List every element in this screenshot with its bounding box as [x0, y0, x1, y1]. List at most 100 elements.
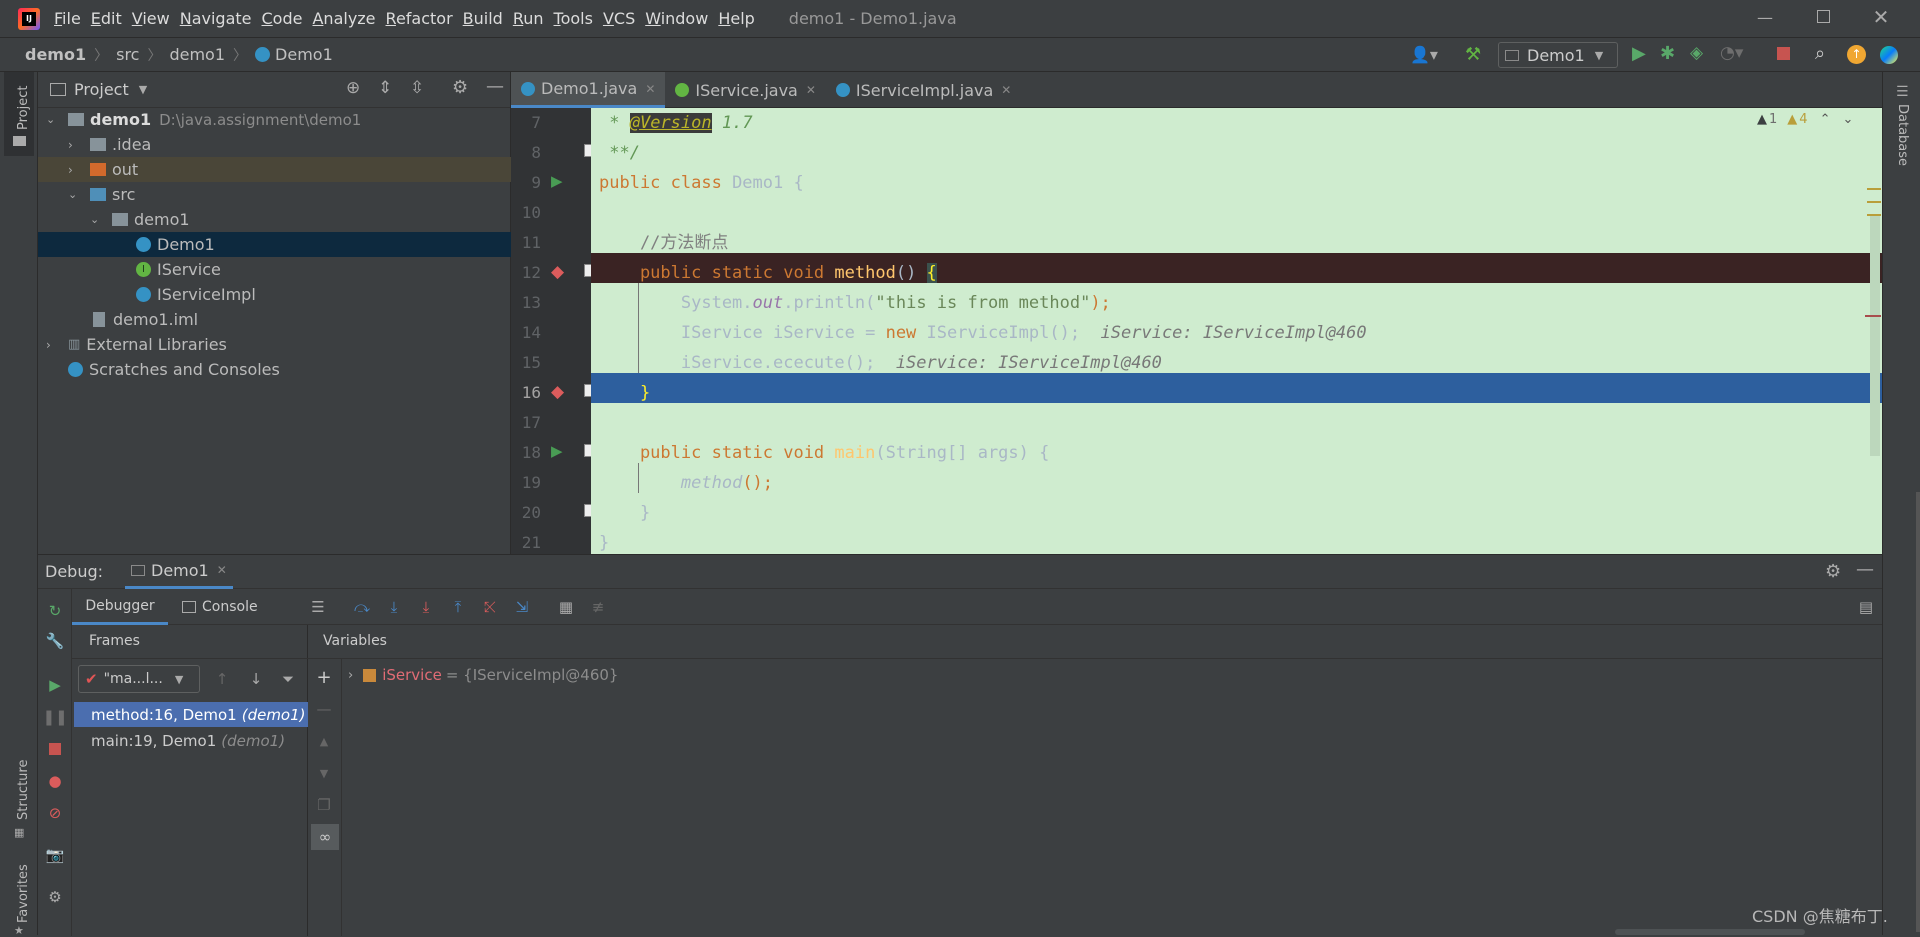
coverage-icon[interactable]: ◈: [1690, 43, 1703, 63]
remove-watch-icon[interactable]: —: [314, 699, 334, 719]
run-to-cursor-icon[interactable]: ⇲: [512, 597, 532, 617]
tree-item-iml[interactable]: demo1.iml: [38, 307, 511, 332]
rerun-icon[interactable]: ↻: [45, 601, 65, 621]
tree-item-iservice[interactable]: I IService: [38, 257, 511, 282]
menu-build[interactable]: Build: [463, 9, 503, 28]
favorites-tool-label[interactable]: Favorites: [16, 864, 31, 923]
step-over-icon[interactable]: ⤼: [352, 597, 372, 617]
database-tool-label[interactable]: Database: [1895, 104, 1910, 166]
editor-scrollbar[interactable]: [1870, 216, 1880, 456]
menu-file[interactable]: File: [54, 9, 81, 28]
update-icon[interactable]: ↑: [1847, 45, 1866, 64]
add-watch-icon[interactable]: +: [314, 667, 334, 688]
menu-vcs[interactable]: VCS: [603, 9, 635, 28]
menu-code[interactable]: Code: [262, 9, 303, 28]
close-tab-icon[interactable]: ✕: [645, 82, 655, 96]
method-breakpoint-icon[interactable]: ◆: [551, 382, 564, 402]
chevron-down-icon[interactable]: ▼: [139, 83, 147, 96]
tree-item-root[interactable]: ⌄ demo1 D:\java.assignment\demo1: [38, 107, 511, 132]
tree-item-package[interactable]: ⌄ demo1: [38, 207, 511, 232]
breadcrumb-class[interactable]: Demo1: [275, 45, 333, 64]
maximize-button[interactable]: [1808, 6, 1838, 28]
tree-item-scratches[interactable]: Scratches and Consoles: [38, 357, 511, 382]
locate-icon[interactable]: ⊕: [346, 78, 360, 98]
frame-row[interactable]: main:19, Demo1 (demo1): [74, 728, 308, 753]
menu-refactor[interactable]: Refactor: [386, 9, 453, 28]
tab-demo1-java[interactable]: Demo1.java ✕: [511, 72, 666, 108]
frame-row[interactable]: method:16, Demo1 (demo1): [74, 702, 308, 727]
collapse-all-icon[interactable]: ⇳: [410, 78, 424, 98]
drop-frame-icon[interactable]: ⤪: [480, 597, 500, 617]
tree-item-src[interactable]: ⌄ src: [38, 182, 511, 207]
run-gutter-icon[interactable]: ▶: [551, 172, 563, 190]
stop-icon[interactable]: [1777, 47, 1790, 60]
tab-debugger[interactable]: Debugger: [72, 589, 168, 625]
hide-panel-icon[interactable]: —: [486, 76, 504, 97]
stop-icon[interactable]: [45, 739, 65, 759]
duplicate-icon[interactable]: ❐: [314, 795, 334, 815]
menu-edit[interactable]: Edit: [91, 9, 122, 28]
menu-navigate[interactable]: Navigate: [180, 9, 252, 28]
gear-icon[interactable]: ⚙: [452, 77, 468, 98]
right-scrollbar[interactable]: [1916, 492, 1920, 932]
menu-window[interactable]: Window: [645, 9, 708, 28]
close-tab-icon[interactable]: ✕: [806, 83, 816, 97]
tab-iserviceimpl-java[interactable]: IServiceImpl.java ✕: [826, 72, 1021, 108]
mute-breakpoints-icon[interactable]: ⊘: [45, 803, 65, 823]
minimize-button[interactable]: —: [1750, 8, 1780, 30]
chevron-up-icon[interactable]: ⌃: [1820, 112, 1831, 127]
gear-icon[interactable]: ⚙: [1825, 561, 1841, 582]
method-breakpoint-icon[interactable]: ◆: [551, 262, 564, 282]
tree-item-external-libraries[interactable]: › ▥ External Libraries: [38, 332, 511, 357]
close-button[interactable]: ✕: [1866, 5, 1896, 29]
chevron-down-icon[interactable]: ⌄: [1842, 112, 1853, 127]
tree-item-idea[interactable]: › .idea: [38, 132, 511, 157]
force-step-into-icon[interactable]: ⤓: [416, 597, 436, 617]
trace-stream-icon[interactable]: ≢: [588, 597, 608, 617]
pause-icon[interactable]: ❚❚: [42, 707, 67, 727]
close-tab-icon[interactable]: ✕: [217, 563, 227, 577]
wrench-icon[interactable]: 🔧: [45, 631, 65, 651]
build-hammer-icon[interactable]: ⚒: [1465, 44, 1481, 65]
structure-tool-label[interactable]: Structure: [16, 760, 31, 820]
thread-selector[interactable]: ✔ "ma...l... ▼: [78, 665, 200, 693]
menu-analyze[interactable]: Analyze: [312, 9, 375, 28]
view-breakpoints-icon[interactable]: ●: [45, 771, 65, 791]
breadcrumb-package[interactable]: demo1: [169, 45, 225, 64]
user-icon[interactable]: 👤▾: [1410, 45, 1438, 64]
code-editor[interactable]: * @Version 1.7 **/ public class Demo1 { …: [591, 108, 1882, 554]
debug-bug-icon[interactable]: ✱: [1660, 43, 1675, 64]
layout-menu-icon[interactable]: ☰: [308, 597, 328, 617]
horizontal-scrollbar[interactable]: [1615, 929, 1805, 935]
editor-gutter[interactable]: 7 8 9 10 11 12 13 14 15 16 17 18 19 20 2…: [511, 108, 595, 554]
resume-icon[interactable]: ▶: [45, 675, 65, 695]
step-out-icon[interactable]: ⤒: [448, 597, 468, 617]
run-gutter-icon[interactable]: ▶: [551, 442, 563, 460]
filter-icon[interactable]: ⏷: [278, 669, 298, 689]
profiler-icon[interactable]: ◔▾: [1720, 43, 1743, 63]
menu-view[interactable]: View: [132, 9, 170, 28]
inspection-widget[interactable]: ▲ 1 ▲ 4 ⌃ ⌄: [1757, 112, 1853, 127]
arrow-up-icon[interactable]: ↑: [212, 669, 232, 689]
step-into-icon[interactable]: ⤓: [384, 597, 404, 617]
tree-item-iserviceimpl[interactable]: IServiceImpl: [38, 282, 511, 307]
chevron-right-icon[interactable]: ›: [348, 668, 353, 683]
menu-tools[interactable]: Tools: [554, 9, 593, 28]
search-icon[interactable]: ⌕: [1815, 43, 1825, 64]
show-watches-icon[interactable]: ∞: [311, 824, 339, 850]
gear-icon[interactable]: ⚙: [45, 887, 65, 907]
restore-layout-icon[interactable]: ▤: [1856, 597, 1876, 617]
hide-panel-icon[interactable]: —: [1856, 559, 1874, 580]
tree-item-out[interactable]: › out: [38, 157, 511, 182]
menu-run[interactable]: Run: [513, 9, 544, 28]
breadcrumb-project[interactable]: demo1: [25, 45, 86, 64]
tab-console[interactable]: Console: [182, 589, 258, 625]
tab-iservice-java[interactable]: IService.java ✕: [665, 72, 826, 108]
move-up-icon[interactable]: ▲: [314, 731, 334, 751]
expand-all-icon[interactable]: ⇕: [378, 78, 392, 98]
tree-item-demo1-class[interactable]: Demo1: [38, 232, 511, 257]
project-view-title[interactable]: Project: [74, 80, 129, 99]
breadcrumb-src[interactable]: src: [116, 45, 139, 64]
run-icon[interactable]: ▶: [1632, 43, 1646, 64]
menu-help[interactable]: Help: [718, 9, 754, 28]
